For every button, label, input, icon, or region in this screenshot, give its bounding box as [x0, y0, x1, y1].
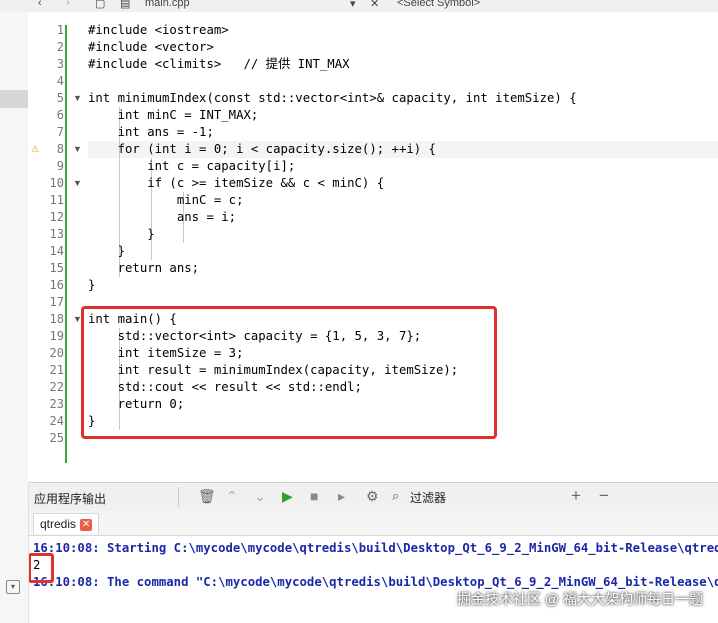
- line-number: 2: [56, 40, 64, 54]
- output-panel-header: 应用程序输出 🗑 ⌃ ⌄ ▶ ■ ▸ ⚙ ⌕ 过滤器 + −: [28, 482, 718, 512]
- line-number: 13: [49, 227, 64, 241]
- line-number: 24: [49, 414, 64, 428]
- bottom-sidebar: ▾: [0, 482, 29, 623]
- code-line: int ans = -1;: [88, 125, 214, 139]
- chevron-down-icon[interactable]: ⌄: [254, 487, 266, 505]
- symbol-select[interactable]: <Select Symbol>: [397, 0, 480, 9]
- output-tab-bar: qtredis ✕: [28, 511, 718, 536]
- file-tab[interactable]: main.cpp: [145, 0, 190, 9]
- fold-arrow-icon[interactable]: ▼: [73, 141, 82, 158]
- line-number: 11: [49, 193, 64, 207]
- main-function-highlight-box: [81, 306, 497, 439]
- sidebar-selected-mark: [0, 90, 28, 108]
- mode-sidebar: [0, 12, 29, 482]
- run-icon[interactable]: ▶: [282, 487, 293, 505]
- line-number: 18: [49, 312, 64, 326]
- line-number: 23: [49, 397, 64, 411]
- close-icon[interactable]: ✕: [80, 518, 93, 531]
- close-icon[interactable]: ✕: [370, 0, 379, 10]
- code-line: return ans;: [88, 261, 200, 275]
- line-number: 25: [49, 431, 64, 445]
- watermark: 掘金技术社区 @ 福大大架构师每日一题: [457, 591, 703, 607]
- code-line: }: [88, 244, 126, 258]
- chevron-up-icon[interactable]: ⌃: [226, 487, 238, 505]
- code-line: #include <climits> // 提供 INT_MAX: [88, 57, 350, 71]
- fold-arrow-icon[interactable]: ▼: [73, 90, 82, 107]
- file-icon: ▤: [120, 0, 131, 10]
- line-number: 7: [56, 125, 64, 139]
- zoom-in-icon[interactable]: +: [571, 487, 581, 505]
- line-number: 5: [56, 91, 64, 105]
- warning-icon[interactable]: ⚠: [31, 141, 39, 158]
- clear-icon[interactable]: 🗑: [198, 487, 216, 505]
- code-line: int minC = INT_MAX;: [88, 108, 259, 122]
- code-editor[interactable]: 1 2 3 4 5 6 7 8 9 10 11 12 13 14 15 16 1…: [28, 12, 718, 482]
- code-line: minC = c;: [88, 193, 244, 207]
- attach-debugger-icon[interactable]: ▸: [338, 487, 345, 505]
- nav-back-icon[interactable]: ‹: [38, 0, 42, 9]
- line-number: 21: [49, 363, 64, 377]
- line-number: 20: [49, 346, 64, 360]
- application-output[interactable]: 16:10:08: Starting C:\mycode\mycode\qtre…: [28, 536, 718, 623]
- code-line: }: [88, 278, 96, 292]
- line-number: 4: [56, 74, 64, 88]
- change-indicator-bar: [65, 25, 67, 463]
- line-number: 10: [49, 176, 64, 190]
- code-line: if (c >= itemSize && c < minC) {: [88, 176, 385, 190]
- line-number: 6: [56, 108, 64, 122]
- line-number: 12: [49, 210, 64, 224]
- panel-title: 应用程序输出: [34, 492, 107, 506]
- tab-qtredis[interactable]: qtredis ✕: [33, 513, 100, 534]
- code-line: for (int i = 0; i < capacity.size(); ++i…: [88, 142, 436, 156]
- search-icon: ⌕: [392, 488, 400, 503]
- code-line: #include <iostream>: [88, 23, 229, 37]
- code-line: int minimumIndex(const std::vector<int>&…: [88, 91, 577, 105]
- stop-icon[interactable]: ■: [310, 487, 318, 505]
- nav-forward-icon[interactable]: ›: [66, 0, 70, 9]
- result-highlight-box: [28, 553, 54, 583]
- gear-icon[interactable]: ⚙: [366, 487, 379, 505]
- zoom-out-icon[interactable]: −: [599, 487, 609, 505]
- line-number: 22: [49, 380, 64, 394]
- line-number-gutter: 1 2 3 4 5 6 7 8 9 10 11 12 13 14 15 16 1…: [28, 12, 84, 482]
- output-line: 16:10:08: Starting C:\mycode\mycode\qtre…: [33, 541, 718, 555]
- line-number: 17: [49, 295, 64, 309]
- divider: [178, 487, 179, 507]
- collapse-icon[interactable]: ▾: [6, 580, 20, 594]
- code-line: int c = capacity[i];: [88, 159, 296, 173]
- line-number: 19: [49, 329, 64, 343]
- lock-icon: ▢: [95, 0, 106, 10]
- line-number: 9: [56, 159, 64, 173]
- fold-arrow-icon[interactable]: ▼: [73, 175, 82, 192]
- line-number: 15: [49, 261, 64, 275]
- tab-label: qtredis: [40, 517, 77, 531]
- filter-input[interactable]: 过滤器: [410, 489, 446, 506]
- line-number: 16: [49, 278, 64, 292]
- chevron-down-icon[interactable]: ▾: [350, 0, 356, 10]
- line-number: 1: [56, 23, 64, 37]
- line-number: 3: [56, 57, 64, 71]
- code-line: #include <vector>: [88, 40, 214, 54]
- code-line: }: [88, 227, 155, 241]
- code-line: ans = i;: [88, 210, 237, 224]
- line-number: 14: [49, 244, 64, 258]
